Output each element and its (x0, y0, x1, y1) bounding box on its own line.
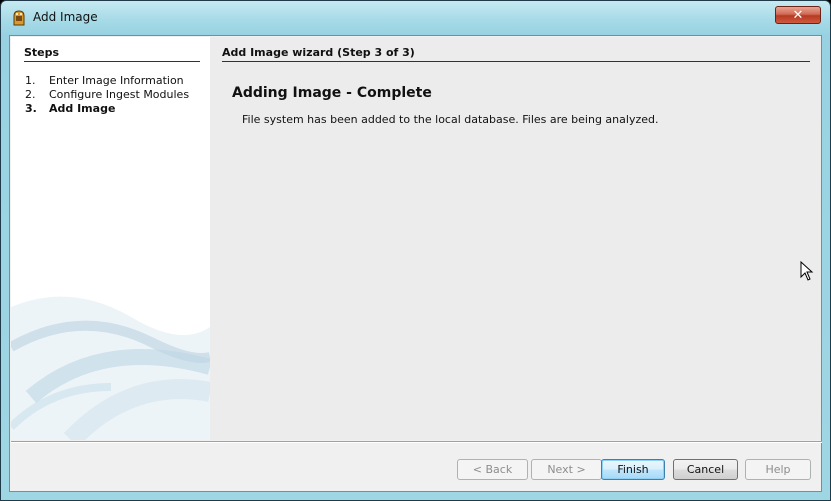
page-title: Adding Image - Complete (232, 85, 432, 101)
status-message: File system has been added to the local … (242, 113, 659, 126)
button-bar-separator (11, 441, 822, 443)
steps-divider (24, 61, 200, 62)
finish-button[interactable]: Finish (601, 459, 665, 480)
back-button[interactable]: < Back (457, 459, 528, 480)
wizard-step-heading: Add Image wizard (Step 3 of 3) (222, 46, 415, 59)
step-number: 2. (25, 88, 36, 101)
next-button[interactable]: Next > (531, 459, 602, 480)
add-image-window: Add Image ✕ Steps 1. Enter Image Informa… (0, 0, 831, 501)
step-number: 1. (25, 74, 36, 87)
close-button[interactable]: ✕ (775, 6, 821, 24)
steps-panel: Steps 1. Enter Image Information 2. Conf… (11, 37, 210, 440)
cancel-button[interactable]: Cancel (673, 459, 738, 480)
steps-heading: Steps (24, 46, 60, 59)
step-label: Configure Ingest Modules (49, 88, 190, 101)
mouse-cursor-icon (800, 261, 814, 281)
close-icon: ✕ (792, 7, 804, 23)
help-button[interactable]: Help (745, 459, 811, 480)
step-number: 3. (25, 102, 37, 115)
decorative-swirl-graphic (11, 296, 210, 440)
title-bar[interactable]: Add Image ✕ (1, 1, 830, 35)
step-label: Add Image (49, 102, 116, 115)
wizard-client-area: Steps 1. Enter Image Information 2. Conf… (9, 35, 822, 492)
app-badge-icon (13, 10, 25, 26)
step-label: Enter Image Information (49, 74, 184, 87)
main-panel: Add Image wizard (Step 3 of 3) Adding Im… (210, 37, 821, 440)
wizard-divider (222, 61, 810, 62)
window-title: Add Image (33, 10, 98, 24)
